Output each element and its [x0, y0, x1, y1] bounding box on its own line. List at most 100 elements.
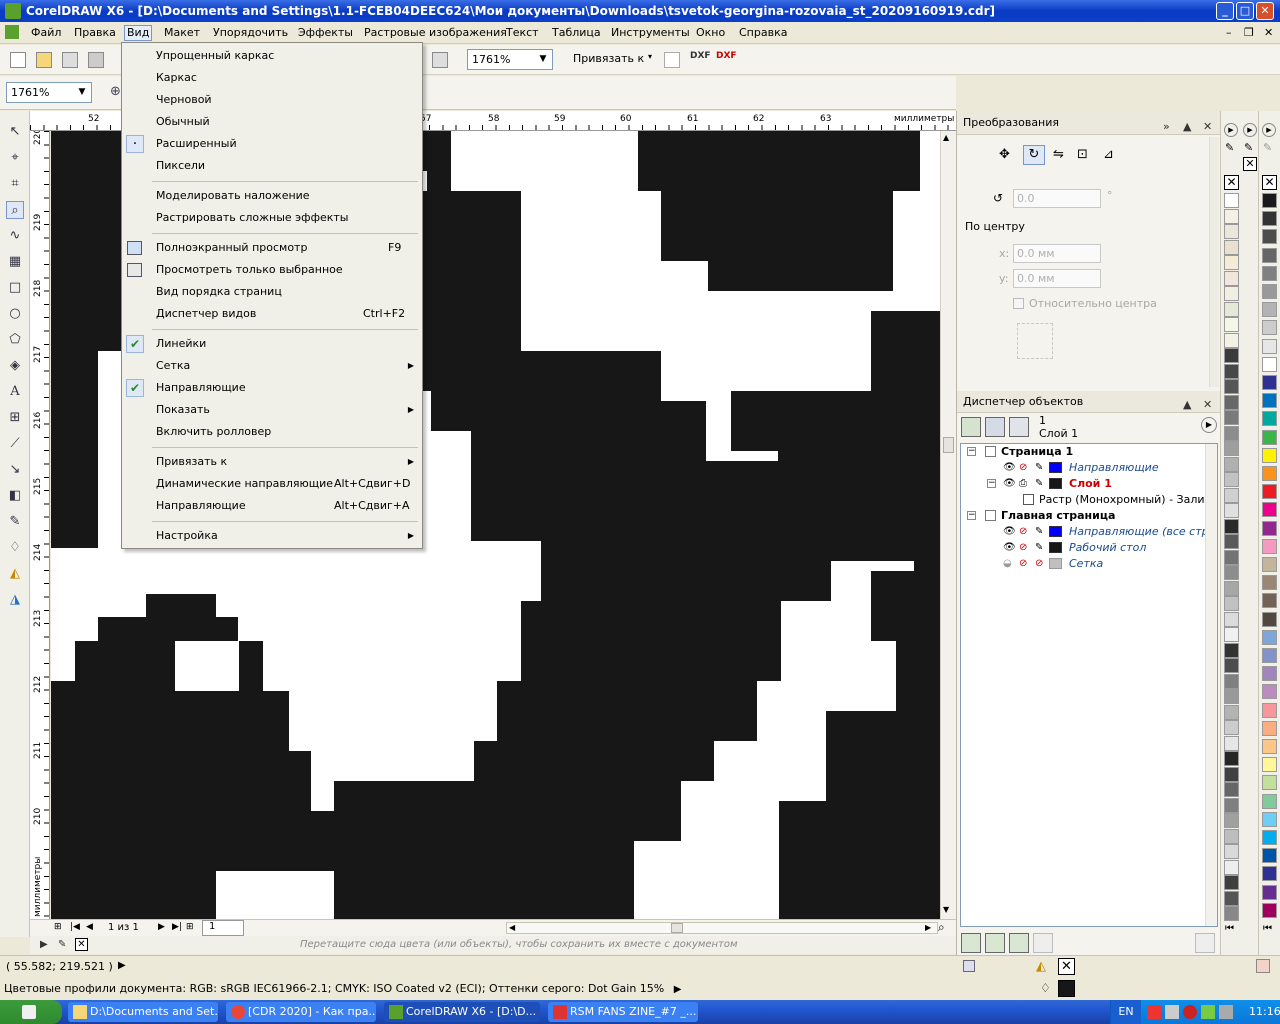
color-swatch[interactable] — [1224, 580, 1239, 596]
docker-close-icon[interactable]: ✕ — [1203, 115, 1212, 139]
tree-scrollbar[interactable] — [1205, 444, 1217, 926]
view-menu-item-snap-to[interactable]: Привязать к ▶ — [122, 451, 422, 473]
color-swatch[interactable] — [1262, 520, 1277, 536]
edit-across-layers-icon[interactable] — [985, 417, 1005, 437]
new-master-layer-all-icon[interactable] — [1009, 933, 1029, 953]
color-swatch[interactable] — [1224, 286, 1239, 301]
color-swatch[interactable] — [1224, 689, 1239, 704]
doc-restore-button[interactable]: ❐ — [1244, 26, 1254, 39]
palette-menu-icon[interactable]: ▶ — [1262, 123, 1276, 137]
color-swatch[interactable] — [1224, 534, 1239, 549]
tree-row-guides-all[interactable]: 👁 ⊘ ✎ Направляющие (все страниц — [961, 524, 1217, 540]
pencil-icon[interactable]: ✎ — [1035, 462, 1046, 473]
color-swatch[interactable] — [1224, 208, 1239, 224]
view-menu-item-view-manager[interactable]: Диспетчер видов Ctrl+F2 — [122, 303, 422, 325]
view-menu-item-view-selected[interactable]: Просмотреть только выбранное — [122, 259, 422, 281]
color-swatch[interactable] — [1224, 317, 1239, 332]
freehand-tool-icon[interactable]: ∿ — [6, 227, 24, 245]
view-menu-item-simulate-overprint[interactable]: Моделировать наложение — [122, 185, 422, 207]
palette-eyedropper-icon[interactable]: ✎ — [58, 936, 66, 954]
view-menu-item-grid[interactable]: Сетка ▶ — [122, 355, 422, 377]
new-document-icon[interactable] — [10, 52, 26, 68]
first-page-icon[interactable]: |◀ — [70, 922, 80, 932]
skew-icon[interactable]: ⊿ — [1103, 147, 1114, 162]
color-swatch[interactable] — [1262, 247, 1277, 263]
color-swatch[interactable] — [1262, 557, 1277, 572]
tray-speaker-icon[interactable] — [1165, 1005, 1179, 1019]
menu-tools[interactable]: Инструменты — [609, 25, 692, 41]
add-page-icon[interactable]: ⊞ — [54, 922, 62, 932]
menu-table[interactable]: Таблица — [550, 25, 603, 41]
view-menu-item-rulers[interactable]: ✔ Линейки — [122, 333, 422, 355]
menu-file[interactable]: Файл — [29, 25, 63, 41]
color-swatch[interactable] — [1262, 720, 1277, 736]
h-scrollbar-thumb[interactable] — [671, 923, 683, 933]
view-menu-item-setup[interactable]: Настройка ▶ — [122, 525, 422, 547]
color-swatch[interactable] — [1262, 666, 1277, 682]
no-edit-icon[interactable]: ⊘ — [1035, 558, 1046, 569]
smart-fill-tool-icon[interactable]: ▦ — [6, 253, 24, 271]
mirror-icon[interactable]: ⇋ — [1053, 147, 1064, 162]
status-expand-icon[interactable]: ▶ — [118, 960, 126, 971]
color-swatch[interactable] — [1224, 503, 1239, 518]
zoom-level-combo[interactable]: 1761% ▼ — [467, 49, 553, 70]
export-dxf-icon[interactable]: DXF — [716, 51, 737, 61]
printer-icon[interactable]: ⎙ — [1019, 478, 1030, 489]
color-swatch[interactable] — [1224, 890, 1239, 906]
palette-scroll-end-icon[interactable]: ⏮ — [1263, 923, 1272, 934]
color-swatch[interactable] — [1262, 229, 1277, 245]
color-swatch[interactable] — [1262, 866, 1277, 882]
scroll-down-icon[interactable]: ▼ — [943, 905, 949, 914]
palette-eyedropper-icon[interactable]: ✎ — [1263, 141, 1272, 154]
app-launcher-icon[interactable] — [432, 52, 448, 68]
no-color-swatch[interactable]: ✕ — [75, 938, 88, 951]
user-avatar-icon[interactable] — [1256, 959, 1270, 973]
color-profiles-text[interactable]: Цветовые профили документа: RGB: sRGB IE… — [4, 982, 664, 995]
color-swatch[interactable] — [1262, 902, 1277, 918]
color-swatch[interactable] — [1262, 830, 1277, 845]
open-folder-icon[interactable] — [36, 52, 52, 68]
color-swatch[interactable] — [1224, 766, 1239, 782]
no-color-swatch[interactable]: ✕ — [1224, 175, 1239, 190]
color-swatch[interactable] — [1262, 320, 1277, 336]
view-menu-item-dynamic-guides[interactable]: Динамические направляющие Alt+Сдвиг+D — [122, 473, 422, 495]
pencil-icon[interactable]: ✎ — [1035, 526, 1046, 537]
eye-icon[interactable]: 👁 — [1003, 478, 1016, 489]
color-swatch[interactable] — [1224, 627, 1239, 642]
color-swatch[interactable] — [1224, 797, 1239, 813]
tree-row-grid[interactable]: ◒ ⊘ ⊘ Сетка — [961, 556, 1217, 572]
ellipse-tool-icon[interactable]: ○ — [6, 305, 24, 323]
start-button[interactable] — [0, 1000, 62, 1024]
menu-bitmaps[interactable]: Растровые изображения — [362, 25, 509, 41]
color-swatch[interactable] — [1224, 193, 1239, 208]
color-swatch[interactable] — [1262, 793, 1277, 809]
color-swatch[interactable] — [1224, 255, 1239, 270]
blend-tool-icon[interactable]: ◧ — [6, 487, 24, 505]
tray-network-icon[interactable] — [1201, 1005, 1215, 1019]
color-swatch[interactable] — [1224, 844, 1239, 859]
color-swatch[interactable] — [1262, 811, 1277, 827]
language-indicator[interactable]: EN — [1111, 1000, 1141, 1024]
tree-row-guides[interactable]: 👁 ⊘ ✎ Направляющие — [961, 460, 1217, 476]
color-swatch[interactable] — [1262, 739, 1277, 754]
color-swatch[interactable] — [1262, 775, 1277, 791]
anchor-grid-icon[interactable] — [1017, 323, 1053, 359]
interactive-fill-tool-icon[interactable]: ◮ — [6, 591, 24, 609]
color-swatch[interactable] — [1262, 757, 1277, 773]
pencil-icon[interactable]: ✎ — [1035, 542, 1046, 553]
color-swatch[interactable] — [1262, 848, 1277, 864]
rectangle-tool-icon[interactable]: □ — [6, 279, 24, 297]
scale-icon[interactable]: ⊡ — [1077, 147, 1088, 162]
docker-close-icon[interactable]: ✕ — [1203, 394, 1212, 416]
x-center-input[interactable]: 0.0 мм — [1013, 244, 1101, 263]
color-swatch[interactable] — [1224, 658, 1239, 673]
save-icon[interactable] — [62, 52, 78, 68]
color-swatch[interactable] — [1224, 813, 1239, 828]
color-swatch[interactable] — [1224, 239, 1239, 255]
color-swatch[interactable] — [1224, 906, 1239, 921]
no-color-swatch[interactable]: ✕ — [1243, 157, 1257, 171]
color-swatch[interactable] — [1224, 596, 1239, 611]
docker-scrollbar[interactable] — [1209, 137, 1219, 387]
snap-to-label[interactable]: Привязать к — [573, 52, 644, 65]
document-palette[interactable]: ▶ ✎ ✕ Перетащите сюда цвета (или объекты… — [30, 936, 956, 954]
